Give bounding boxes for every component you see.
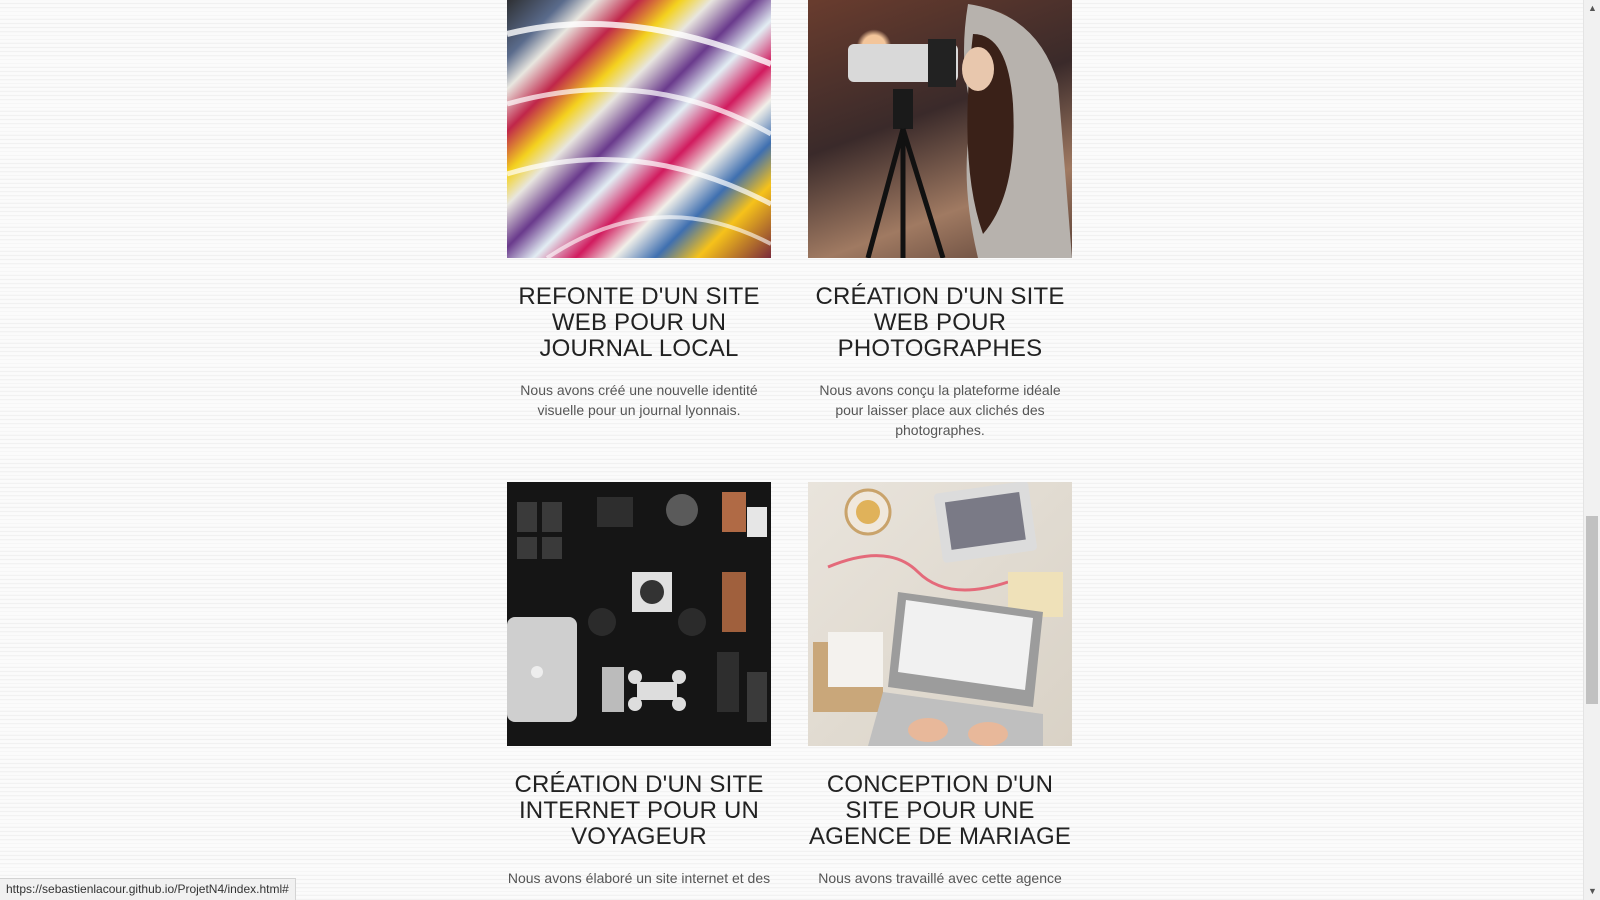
project-image-wedding-desk[interactable] xyxy=(808,482,1072,746)
project-description: Nous avons créé une nouvelle identité vi… xyxy=(520,382,758,418)
project-title: CRÉATION D'UN SITE WEB POUR PHOTOGRAPHES xyxy=(815,283,1065,362)
project-description: Nous avons conçu la plateforme idéale po… xyxy=(819,382,1061,438)
status-bar-url: https://sebastienlacour.github.io/Projet… xyxy=(0,878,296,900)
project-card-photographes[interactable]: CRÉATION D'UN SITE WEB POUR PHOTOGRAPHES… xyxy=(808,0,1072,440)
project-image-travel-gear[interactable] xyxy=(507,482,771,746)
project-image-photographer[interactable] xyxy=(808,0,1072,258)
travel-gear-illustration xyxy=(507,492,767,722)
scroll-down-icon[interactable]: ▼ xyxy=(1584,883,1600,900)
project-title: CRÉATION D'UN SITE INTERNET POUR UN VOYA… xyxy=(514,771,764,850)
project-card-journal[interactable]: REFONTE D'UN SITE WEB POUR UN JOURNAL LO… xyxy=(507,0,771,420)
photographer-illustration xyxy=(848,4,1072,258)
project-title: REFONTE D'UN SITE WEB POUR UN JOURNAL LO… xyxy=(518,283,760,362)
page-viewport: REFONTE D'UN SITE WEB POUR UN JOURNAL LO… xyxy=(0,0,1583,900)
project-description: Nous avons travaillé avec cette agence xyxy=(818,870,1062,886)
project-description: Nous avons élaboré un site internet et d… xyxy=(507,870,771,886)
scroll-up-icon[interactable]: ▲ xyxy=(1584,0,1600,17)
project-card-mariage[interactable]: CONCEPTION D'UN SITE POUR UNE AGENCE DE … xyxy=(808,482,1072,888)
project-image-magazines[interactable] xyxy=(507,0,771,258)
scrollbar-thumb[interactable] xyxy=(1586,516,1598,704)
magazines-illustration xyxy=(507,21,771,258)
project-card-voyageur[interactable]: CRÉATION D'UN SITE INTERNET POUR UN VOYA… xyxy=(507,482,771,888)
vertical-scrollbar[interactable]: ▲ ▼ xyxy=(1583,0,1600,900)
project-title: CONCEPTION D'UN SITE POUR UNE AGENCE DE … xyxy=(808,771,1072,850)
wedding-desk-illustration xyxy=(813,482,1063,746)
